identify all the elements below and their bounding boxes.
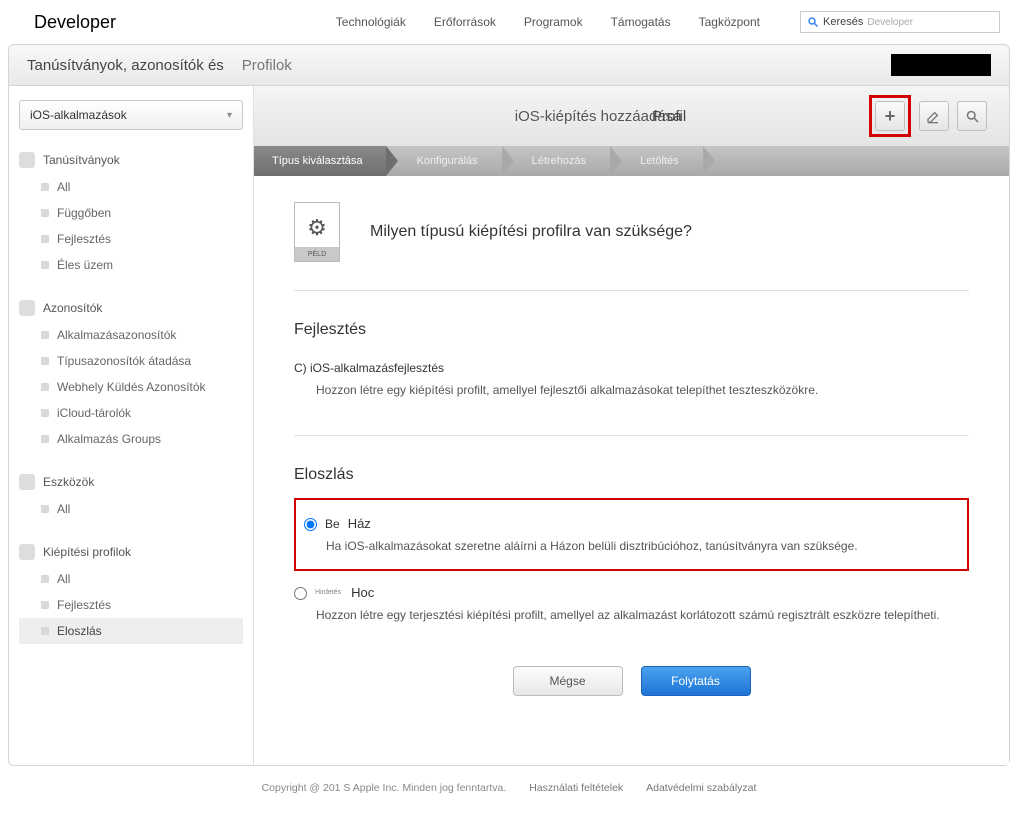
radio-inhouse[interactable]	[304, 518, 317, 531]
brand-title: Developer	[34, 12, 116, 33]
titlebar-line1: Tanúsítványok, azonosítók és	[27, 57, 224, 74]
cancel-button[interactable]: Mégse	[513, 666, 623, 696]
sidebar-item-profiles-dev[interactable]: Fejlesztés	[19, 592, 243, 618]
sidebar-item-profiles-all[interactable]: All	[19, 566, 243, 592]
magnifier-icon	[965, 109, 980, 124]
wizard-steps: Típus kiválasztása Konfigurálás Létrehoz…	[254, 146, 1009, 176]
doc-badge: PÉLD	[295, 247, 339, 261]
main-header-actions: +	[869, 95, 987, 137]
identifiers-icon	[19, 300, 35, 316]
section-title-distribution: Eloszlás	[294, 466, 969, 484]
sidebar-section-identifiers: Azonosítók Alkalmazásazonosítók Típusazo…	[19, 300, 243, 452]
sidebar-item-web-push[interactable]: Webhely Küldés Azonosítók	[19, 374, 243, 400]
option-adhoc[interactable]: Hirdetés Hoc Hozzon létre egy terjesztés…	[294, 577, 969, 642]
continue-button[interactable]: Folytatás	[641, 666, 751, 696]
option-adhoc-tiny: Hirdetés	[315, 589, 341, 596]
titlebar-line2: Profilok	[242, 57, 292, 74]
option-inhouse[interactable]: Be Ház Ha iOS-alkalmazásokat szeretne al…	[304, 508, 957, 555]
nav-link-membercenter[interactable]: Tagközpont	[699, 15, 760, 29]
nav-link-support[interactable]: Támogatás	[611, 15, 671, 29]
step-generate[interactable]: Létrehozás	[502, 146, 610, 176]
devices-icon	[19, 474, 35, 490]
option-inhouse-desc: Ha iOS-alkalmazásokat szeretne aláírni a…	[326, 537, 957, 555]
sidebar-item-icloud[interactable]: iCloud-tárolók	[19, 400, 243, 426]
footer-copyright: Copyright @ 201 S Apple Inc. Minden jog …	[262, 782, 507, 794]
sidebar-section-profiles: Kiépítési profilok All Fejlesztés Eloszl…	[19, 544, 243, 644]
sidebar-section-devices: Eszközök All	[19, 474, 243, 522]
option-adhoc-label: Hoc	[351, 585, 374, 600]
option-ios-dev[interactable]: C) iOS-alkalmazásfejlesztés Hozzon létre…	[294, 353, 969, 417]
profiles-icon	[19, 544, 35, 560]
top-nav: Developer Technológiák Erőforrások Progr…	[0, 0, 1018, 44]
sidebar-header-identifiers: Azonosítók	[43, 301, 102, 315]
page-footer: Copyright @ 201 S Apple Inc. Minden jog …	[0, 766, 1018, 814]
dropdown-value: iOS-alkalmazások	[30, 108, 127, 122]
button-row: Mégse Folytatás	[294, 642, 969, 726]
step-download[interactable]: Letöltés	[610, 146, 703, 176]
search-label: Keresés	[823, 16, 863, 28]
section-title-development: Fejlesztés	[294, 321, 969, 339]
title-bar: Tanúsítványok, azonosítók és Profilok	[8, 44, 1010, 86]
sidebar-item-app-ids[interactable]: Alkalmazásazonosítók	[19, 322, 243, 348]
sidebar-item-pass-type[interactable]: Típusazonosítók átadása	[19, 348, 243, 374]
account-redacted	[891, 54, 991, 76]
edit-icon	[926, 108, 942, 124]
sidebar-item-app-groups[interactable]: Alkalmazás Groups	[19, 426, 243, 452]
main-header: iOS-kiépítés hozzáadása Profil +	[254, 86, 1009, 146]
platform-dropdown[interactable]: iOS-alkalmazások	[19, 100, 243, 130]
plus-icon: +	[885, 106, 896, 127]
sidebar-header-profiles: Kiépítési profilok	[43, 545, 131, 559]
sidebar-header-devices: Eszközök	[43, 475, 94, 489]
main-header-subtitle: Profil	[652, 108, 686, 125]
footer-privacy[interactable]: Adatvédelmi szabályzat	[646, 782, 756, 794]
divider	[294, 435, 969, 436]
question-heading: Milyen típusú kiépítési profilra van szü…	[370, 223, 692, 241]
option-adhoc-desc: Hozzon létre egy terjesztési kiépítési p…	[316, 606, 969, 624]
certificates-icon	[19, 152, 35, 168]
search-icon	[807, 16, 819, 28]
question-row: ⚙ PÉLD Milyen típusú kiépítési profilra …	[294, 202, 969, 291]
sidebar-header-certificates: Tanúsítványok	[43, 153, 120, 167]
option-inhouse-label: Ház	[348, 516, 371, 531]
sidebar: iOS-alkalmazások Tanúsítványok All Függő…	[9, 86, 254, 765]
search-scope: Developer	[867, 17, 913, 28]
search-profiles-button[interactable]	[957, 101, 987, 131]
option-inhouse-pre: Be	[325, 517, 340, 531]
gear-icon: ⚙	[307, 215, 327, 241]
edit-button[interactable]	[919, 101, 949, 131]
nav-link-programs[interactable]: Programok	[524, 15, 583, 29]
sidebar-item-profiles-dist[interactable]: Eloszlás	[19, 618, 243, 644]
option-inhouse-highlight: Be Ház Ha iOS-alkalmazásokat szeretne al…	[294, 498, 969, 571]
add-button-highlight: +	[869, 95, 911, 137]
step-select-type[interactable]: Típus kiválasztása	[254, 146, 386, 176]
sidebar-item-cert-dev[interactable]: Fejlesztés	[19, 226, 243, 252]
sidebar-item-cert-prod[interactable]: Éles üzem	[19, 252, 243, 278]
top-nav-links: Technológiák Erőforrások Programok Támog…	[336, 15, 760, 29]
radio-adhoc[interactable]	[294, 587, 307, 600]
step-configure[interactable]: Konfigurálás	[386, 146, 501, 176]
sidebar-item-devices-all[interactable]: All	[19, 496, 243, 522]
sidebar-section-certificates: Tanúsítványok All Függőben Fejlesztés Él…	[19, 152, 243, 278]
sidebar-item-cert-pending[interactable]: Függőben	[19, 200, 243, 226]
nav-link-resources[interactable]: Erőforrások	[434, 15, 496, 29]
option-ios-dev-label: C) iOS-alkalmazásfejlesztés	[294, 361, 444, 375]
option-ios-dev-desc: Hozzon létre egy kiépítési profilt, amel…	[316, 381, 969, 399]
main-panel: iOS-kiépítés hozzáadása Profil + Típus k…	[254, 86, 1009, 765]
nav-link-tech[interactable]: Technológiák	[336, 15, 406, 29]
content-area: ⚙ PÉLD Milyen típusú kiépítési profilra …	[254, 176, 1009, 765]
sidebar-item-cert-all[interactable]: All	[19, 174, 243, 200]
main-frame: iOS-alkalmazások Tanúsítványok All Függő…	[8, 86, 1010, 766]
profile-doc-icon: ⚙ PÉLD	[294, 202, 340, 262]
footer-terms[interactable]: Használati feltételek	[529, 782, 623, 794]
search-box[interactable]: Keresés Developer	[800, 11, 1000, 33]
add-button[interactable]: +	[875, 101, 905, 131]
